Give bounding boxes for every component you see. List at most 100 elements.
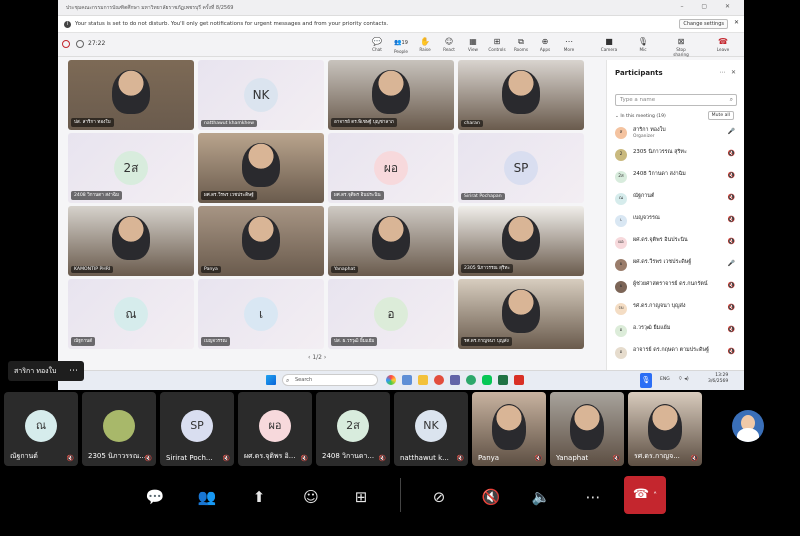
strip-tile[interactable]: รศ.ดร.กาญจ... 🔇 [628, 392, 702, 466]
chat-button[interactable]: 💬 Chat [366, 36, 388, 52]
change-settings-button[interactable]: Change settings [679, 19, 728, 29]
video-tile[interactable]: ณณัฐกานต์ [68, 279, 194, 349]
edge-icon[interactable] [466, 375, 476, 385]
speaker-off-icon[interactable]: 🔈 [528, 484, 554, 510]
mic-button[interactable]: 🎙 Mic [632, 36, 654, 52]
video-tile[interactable]: Yanaphat [328, 206, 454, 276]
video-tile[interactable]: 2ส 2408 วิกานดา สง่าฉิม [68, 133, 194, 203]
tile-name: ณัฐกานต์ [71, 337, 96, 346]
chat-icon[interactable]: 💬 [142, 484, 168, 510]
video-tile[interactable]: NK natthawut khamkhew [198, 60, 324, 130]
grid-pager[interactable]: ‹ 1/2 › [308, 354, 326, 361]
tile-name: รศ.ดร.กาญจนา บุญส่ง [461, 337, 512, 346]
mic-status-icon: 🔇 [727, 216, 735, 223]
more-options-icon[interactable]: ⋯ [69, 361, 78, 381]
chrome-icon[interactable] [434, 375, 444, 385]
raise-hand-button[interactable]: ✋ Raise [414, 36, 436, 52]
close-icon[interactable]: ✕ [734, 19, 739, 26]
window-controls[interactable]: – ▢ ✕ [680, 3, 738, 10]
video-tile[interactable]: อาจารย์ ดร.พิเชษฐ์ บุญชาลาภ [328, 60, 454, 130]
video-tile[interactable]: ผศ.ดร.วีรพร เวชประดิษฐ์ [198, 133, 324, 203]
video-tile[interactable]: ผอ ผศ.ดร.จุติพร อินประนิน [328, 133, 454, 203]
presenter-label[interactable]: สาริกา ทองใบ ⋯ [8, 361, 84, 381]
folder-icon[interactable] [418, 375, 428, 385]
taskbar-search[interactable]: Search [282, 374, 378, 386]
mute-all-button[interactable]: Mute all [707, 111, 734, 120]
video-tile[interactable]: เเบญจวรรณ [198, 279, 324, 349]
share-screen-icon[interactable]: ⬆ [246, 484, 272, 510]
participant-name: อาจารย์ ดร.กฤษดา ตามประดิษฐ์ [633, 347, 709, 353]
video-tile[interactable]: รศ.ดร.กาญจนา บุญส่ง [458, 279, 584, 349]
more-button[interactable]: ⋯ More [558, 36, 580, 52]
mic-off-icon: 🔇 [66, 455, 74, 462]
more-icon[interactable]: ⋯ [580, 484, 606, 510]
participant-row[interactable]: เ เบญจวรรณ 🔇 [615, 212, 739, 232]
mic-off-icon[interactable]: 🔇 [478, 484, 504, 510]
panel-header-icons[interactable]: ⋯ ✕ [719, 69, 736, 76]
strip-tile[interactable]: Panya 🔇 [472, 392, 546, 466]
mic-status-icon: 🔇 [727, 282, 735, 289]
participant-row[interactable]: ผ ผู้ช่วยศาสตราจารย์ ดร.กนกรัตน์ 🔇 [615, 278, 739, 298]
people-icon[interactable]: 👥 [194, 484, 220, 510]
video-tile[interactable]: อปส. ผ.วรวุฒิ ยิ้มแย้ม [328, 279, 454, 349]
strip-tile[interactable]: 2305 นิภาวรรณ... 🔇 [82, 392, 156, 466]
camera-off-icon[interactable]: ⊘ [426, 484, 452, 510]
react-button[interactable]: ☺ React [438, 36, 460, 52]
teams-meeting-window: ประชุมคณะกรรมการบัณฑิตศึกษา มหาวิทยาลัยร… [0, 0, 800, 536]
participant-name: 2305 นิภาวรรณ สุริทะ [633, 149, 687, 155]
people-button[interactable]: 👥19 People [390, 36, 412, 54]
participant-row[interactable]: ณ ณัฐกานต์ 🔇 [615, 190, 739, 210]
participant-video [372, 216, 410, 260]
leave-button[interactable]: ☎ Leave [710, 36, 736, 52]
strip-tile[interactable]: 2ส 2408 วิกานดา... 🔇 [316, 392, 390, 466]
participant-row[interactable]: ส สาริกา ทองใบ Organizer 🎤 [615, 124, 739, 144]
tile-name: ผศ.ดร.จุติพร อินประนิน [331, 191, 384, 200]
strip-tile[interactable]: ณณัฐกานต์ 🔇 [4, 392, 78, 466]
rooms-button[interactable]: ⧉ Rooms [510, 36, 532, 52]
participant-row[interactable]: ผอ ผศ.ดร.จุติพร อินประนิน 🔇 [615, 234, 739, 254]
strip-tile[interactable]: SP Sirirat Poch... 🔇 [160, 392, 234, 466]
strip-tile[interactable]: Yanaphat 🔇 [550, 392, 624, 466]
camera-button[interactable]: ■ Camera [598, 36, 620, 52]
video-tile[interactable]: SP Sirirat Pochapan [458, 133, 584, 203]
line-icon[interactable] [482, 375, 492, 385]
video-tile[interactable]: charan [458, 60, 584, 130]
app-icon[interactable] [402, 375, 412, 385]
mic-status-icon: 🎤 [727, 128, 735, 135]
hang-up-button[interactable]: ☎ ˄ [624, 476, 666, 514]
language-indicator[interactable]: ENG [660, 377, 670, 382]
video-tile[interactable]: KAMONTIP PHRI [68, 206, 194, 276]
participant-video [502, 70, 540, 114]
reactions-icon[interactable]: ☺ [298, 484, 324, 510]
info-circle-icon[interactable] [76, 40, 84, 48]
view-button[interactable]: ▦ View [462, 36, 484, 52]
video-tile[interactable]: ปส. สาริกา ทองใบ [68, 60, 194, 130]
excel-icon[interactable] [498, 375, 508, 385]
apps-button[interactable]: ⊕ Apps [534, 36, 556, 52]
strip-tile[interactable]: NK natthawut k... 🔇 [394, 392, 468, 466]
participant-row[interactable]: อ อาจารย์ ดร.กฤษดา ตามประดิษฐ์ 🔇 [615, 344, 739, 364]
wifi-volume-icon[interactable]: ⌔ ◂) [678, 376, 689, 382]
self-avatar[interactable] [732, 410, 764, 442]
participant-row[interactable]: 2ส 2408 วิกานดา สง่าฉิม 🔇 [615, 168, 739, 188]
participant-video [242, 143, 280, 187]
windows-start-icon[interactable] [266, 375, 276, 385]
participant-row[interactable]: ผ ผศ.ดร.วีรพร เวชประดิษฐ์ 🎤 [615, 256, 739, 276]
taskbar-clock[interactable]: 13:29 3/6/2569 [708, 373, 728, 385]
participant-search-input[interactable]: Type a name ⌕ [615, 94, 737, 106]
copilot-icon[interactable] [386, 375, 396, 385]
participant-row[interactable]: อ อ.วรวุฒิ ยิ้มแย้ม 🔇 [615, 322, 739, 342]
video-tile[interactable]: 2305 นิภาวรรณ สุริทะ [458, 206, 584, 276]
mic-tray-icon[interactable]: 🎙 [640, 373, 652, 388]
teams-icon[interactable] [450, 375, 460, 385]
pdf-icon[interactable] [514, 375, 524, 385]
apps-icon[interactable]: ⊞ [348, 484, 374, 510]
stop-sharing-button[interactable]: ⊠ Stop sharing [668, 36, 694, 57]
avatar: ณ [114, 297, 148, 331]
controls-button[interactable]: ⊞ Controls [486, 36, 508, 52]
participant-row[interactable]: รบ รศ.ดร.กาญจนา บุญส่ง 🔇 [615, 300, 739, 320]
in-meeting-header[interactable]: ⌄ In this meeting (19) [615, 114, 666, 119]
participant-row[interactable]: 2 2305 นิภาวรรณ สุริทะ 🔇 [615, 146, 739, 166]
strip-tile[interactable]: ผอ ผศ.ดร.จุติพร อิ... 🔇 [238, 392, 312, 466]
video-tile[interactable]: Panya [198, 206, 324, 276]
